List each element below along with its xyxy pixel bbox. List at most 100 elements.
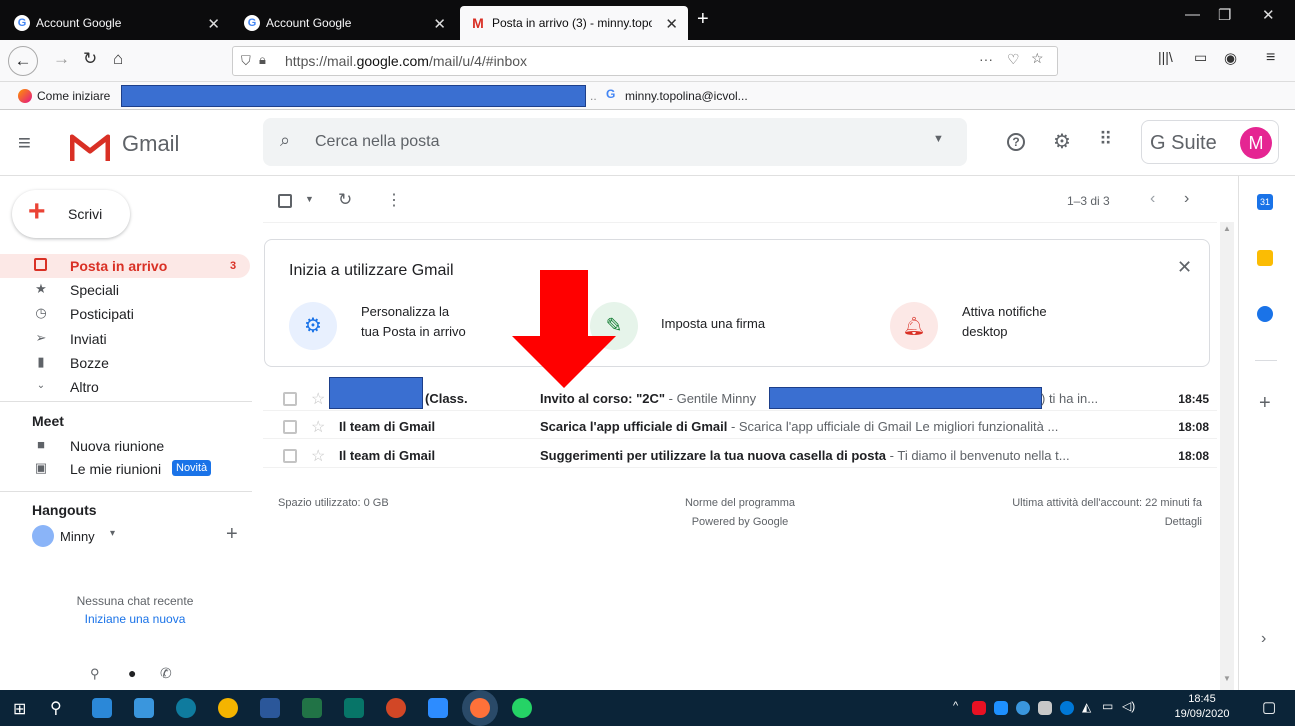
sidebar-item-starred[interactable]: ★ Speciali [0, 278, 250, 302]
notification-center-icon[interactable]: ▢ [1262, 698, 1276, 716]
details-link[interactable]: Dettagli [900, 516, 1202, 528]
firefox-icon[interactable] [470, 698, 490, 718]
bluetooth-icon[interactable] [1060, 701, 1074, 715]
volume-icon[interactable]: ◁) [1122, 699, 1135, 713]
url-bar[interactable]: ⛉ 🔒︎ https://mail. google.com/mail/u/4/#i… [232, 46, 1058, 76]
whatsapp-icon[interactable] [512, 698, 532, 718]
library-icon[interactable]: |||\ [1158, 49, 1173, 65]
settings-gear-icon[interactable]: ⚙ [1053, 129, 1071, 154]
add-addon-icon[interactable]: + [1259, 392, 1271, 415]
sidebar-item-more[interactable]: ⌄ Altro [0, 375, 250, 399]
close-tab-icon[interactable]: ✕ [665, 15, 678, 33]
taskbar-app-icon[interactable] [92, 698, 112, 718]
star-icon[interactable]: ☆ [311, 417, 325, 437]
scroll-up-icon[interactable]: ▲ [1223, 224, 1231, 233]
avatar[interactable]: M [1240, 127, 1272, 159]
meet-new-meeting[interactable]: ■ Nuova riunione [0, 434, 250, 458]
tab-gmail-inbox[interactable]: M Posta in arrivo (3) - minny.topo ✕ [460, 6, 688, 40]
more-actions-icon[interactable]: ⋮ [386, 190, 402, 210]
chat-bubble-icon[interactable]: ● [128, 665, 136, 681]
sidebar-item-snoozed[interactable]: ◷ Posticipati [0, 302, 250, 326]
tab-account-google-2[interactable]: G Account Google ✕ [234, 6, 456, 40]
windows-start-icon[interactable]: ⊞ [13, 699, 26, 719]
search-options-icon[interactable]: ▼ [933, 133, 944, 145]
search-bar[interactable]: ⌕ Cerca nella posta ▼ [263, 118, 967, 166]
chrome-icon[interactable] [218, 698, 238, 718]
account-icon[interactable]: ◉ [1224, 49, 1237, 67]
sidebar-item-inbox[interactable]: Posta in arrivo 3 [0, 254, 250, 278]
refresh-icon[interactable]: ↻ [338, 190, 352, 210]
row-checkbox[interactable] [283, 449, 297, 463]
close-card-icon[interactable]: ✕ [1177, 257, 1192, 278]
close-tab-icon[interactable]: ✕ [433, 15, 446, 33]
table-row[interactable]: ☆ Il team di Gmail Suggerimenti per util… [263, 444, 1217, 468]
calendar-icon[interactable]: 31 [1257, 194, 1273, 210]
main-scrollbar[interactable]: ▲ ▼ [1220, 222, 1234, 690]
new-tab-icon[interactable]: + [697, 8, 709, 31]
expand-panel-icon[interactable]: › [1261, 630, 1266, 648]
select-dropdown-icon[interactable]: ▼ [305, 194, 314, 204]
bookmark-minny[interactable]: minny.topolina@icvol... [625, 89, 748, 103]
sidebar-item-sent[interactable]: ➢ Inviati [0, 327, 250, 351]
taskbar-app-icon[interactable] [134, 698, 154, 718]
close-tab-icon[interactable]: ✕ [207, 15, 220, 33]
keep-icon[interactable] [1257, 250, 1273, 266]
add-contact-icon[interactable]: + [226, 523, 238, 546]
next-page-icon[interactable]: › [1184, 190, 1189, 208]
menu-icon[interactable]: ≡ [1266, 49, 1275, 67]
program-policies-link[interactable]: Norme del programma [640, 497, 840, 509]
sidebar-item-drafts[interactable]: ▮ Bozze [0, 351, 250, 375]
search-icon[interactable]: ⚲ [50, 698, 62, 718]
star-icon[interactable]: ☆ [311, 446, 325, 466]
compose-button[interactable]: + Scrivi [12, 190, 130, 238]
gsuite-account-box[interactable]: G Suite M [1141, 120, 1279, 164]
notifications-line1[interactable]: Attiva notifiche [962, 304, 1047, 319]
network-icon[interactable]: ◭ [1082, 700, 1091, 714]
zoom-icon[interactable] [428, 698, 448, 718]
meet-my-meetings[interactable]: ▣ Le mie riunioni Novità [0, 457, 250, 481]
signature-label[interactable]: Imposta una firma [661, 316, 765, 331]
scroll-down-icon[interactable]: ▼ [1223, 674, 1231, 683]
clock-date[interactable]: 19/09/2020 [1162, 708, 1242, 720]
reload-icon[interactable]: ↻ [83, 49, 97, 69]
bookmark-star-icon[interactable]: ☆ [1031, 50, 1044, 67]
prev-page-icon[interactable]: ‹ [1150, 190, 1155, 208]
edge-icon[interactable] [176, 698, 196, 718]
back-icon[interactable]: ← [8, 46, 38, 76]
page-actions-icon[interactable]: ··· [979, 51, 993, 67]
row-checkbox[interactable] [283, 392, 297, 406]
publisher-icon[interactable] [344, 698, 364, 718]
tray-icon[interactable] [1016, 701, 1030, 715]
tasks-icon[interactable] [1257, 306, 1273, 322]
minimize-icon[interactable]: — [1185, 6, 1200, 23]
powerpoint-icon[interactable] [386, 698, 406, 718]
tray-icon[interactable] [1038, 701, 1052, 715]
star-icon[interactable]: ☆ [311, 389, 325, 409]
clock-time[interactable]: 18:45 [1172, 693, 1232, 705]
home-icon[interactable]: ⌂ [113, 49, 123, 69]
pocket-icon[interactable]: ♡ [1007, 51, 1020, 68]
notifications-line2[interactable]: desktop [962, 324, 1008, 339]
close-window-icon[interactable]: ✕ [1262, 6, 1275, 24]
apps-grid-icon[interactable]: ⠿ [1099, 129, 1112, 150]
tray-icon[interactable] [994, 701, 1008, 715]
tab-account-google-1[interactable]: G Account Google ✕ [4, 6, 230, 40]
gmail-logo-icon[interactable] [70, 133, 110, 163]
select-all-checkbox[interactable] [278, 194, 292, 208]
forward-icon[interactable]: → [53, 49, 70, 69]
phone-icon[interactable]: ✆ [160, 665, 172, 682]
tray-expand-icon[interactable]: ^ [953, 700, 958, 712]
person-icon[interactable]: ⚲ [90, 666, 100, 682]
notification-bell-icon[interactable]: 🔔︎ [890, 302, 938, 350]
row-checkbox[interactable] [283, 420, 297, 434]
excel-icon[interactable] [302, 698, 322, 718]
status-dropdown-icon[interactable]: ▾ [110, 528, 115, 539]
customize-gear-icon[interactable]: ⚙ [289, 302, 337, 350]
battery-icon[interactable]: ▭ [1102, 699, 1113, 713]
help-icon[interactable]: ? [1007, 133, 1025, 151]
main-menu-icon[interactable]: ≡ [18, 130, 31, 156]
tray-icon[interactable] [972, 701, 986, 715]
hangouts-user[interactable]: Minny [60, 529, 95, 544]
bookmark-come-iniziare[interactable]: Come iniziare [37, 89, 110, 103]
table-row[interactable]: ☆ (Class. Invito al corso: "2C" - Gentil… [263, 377, 1217, 411]
